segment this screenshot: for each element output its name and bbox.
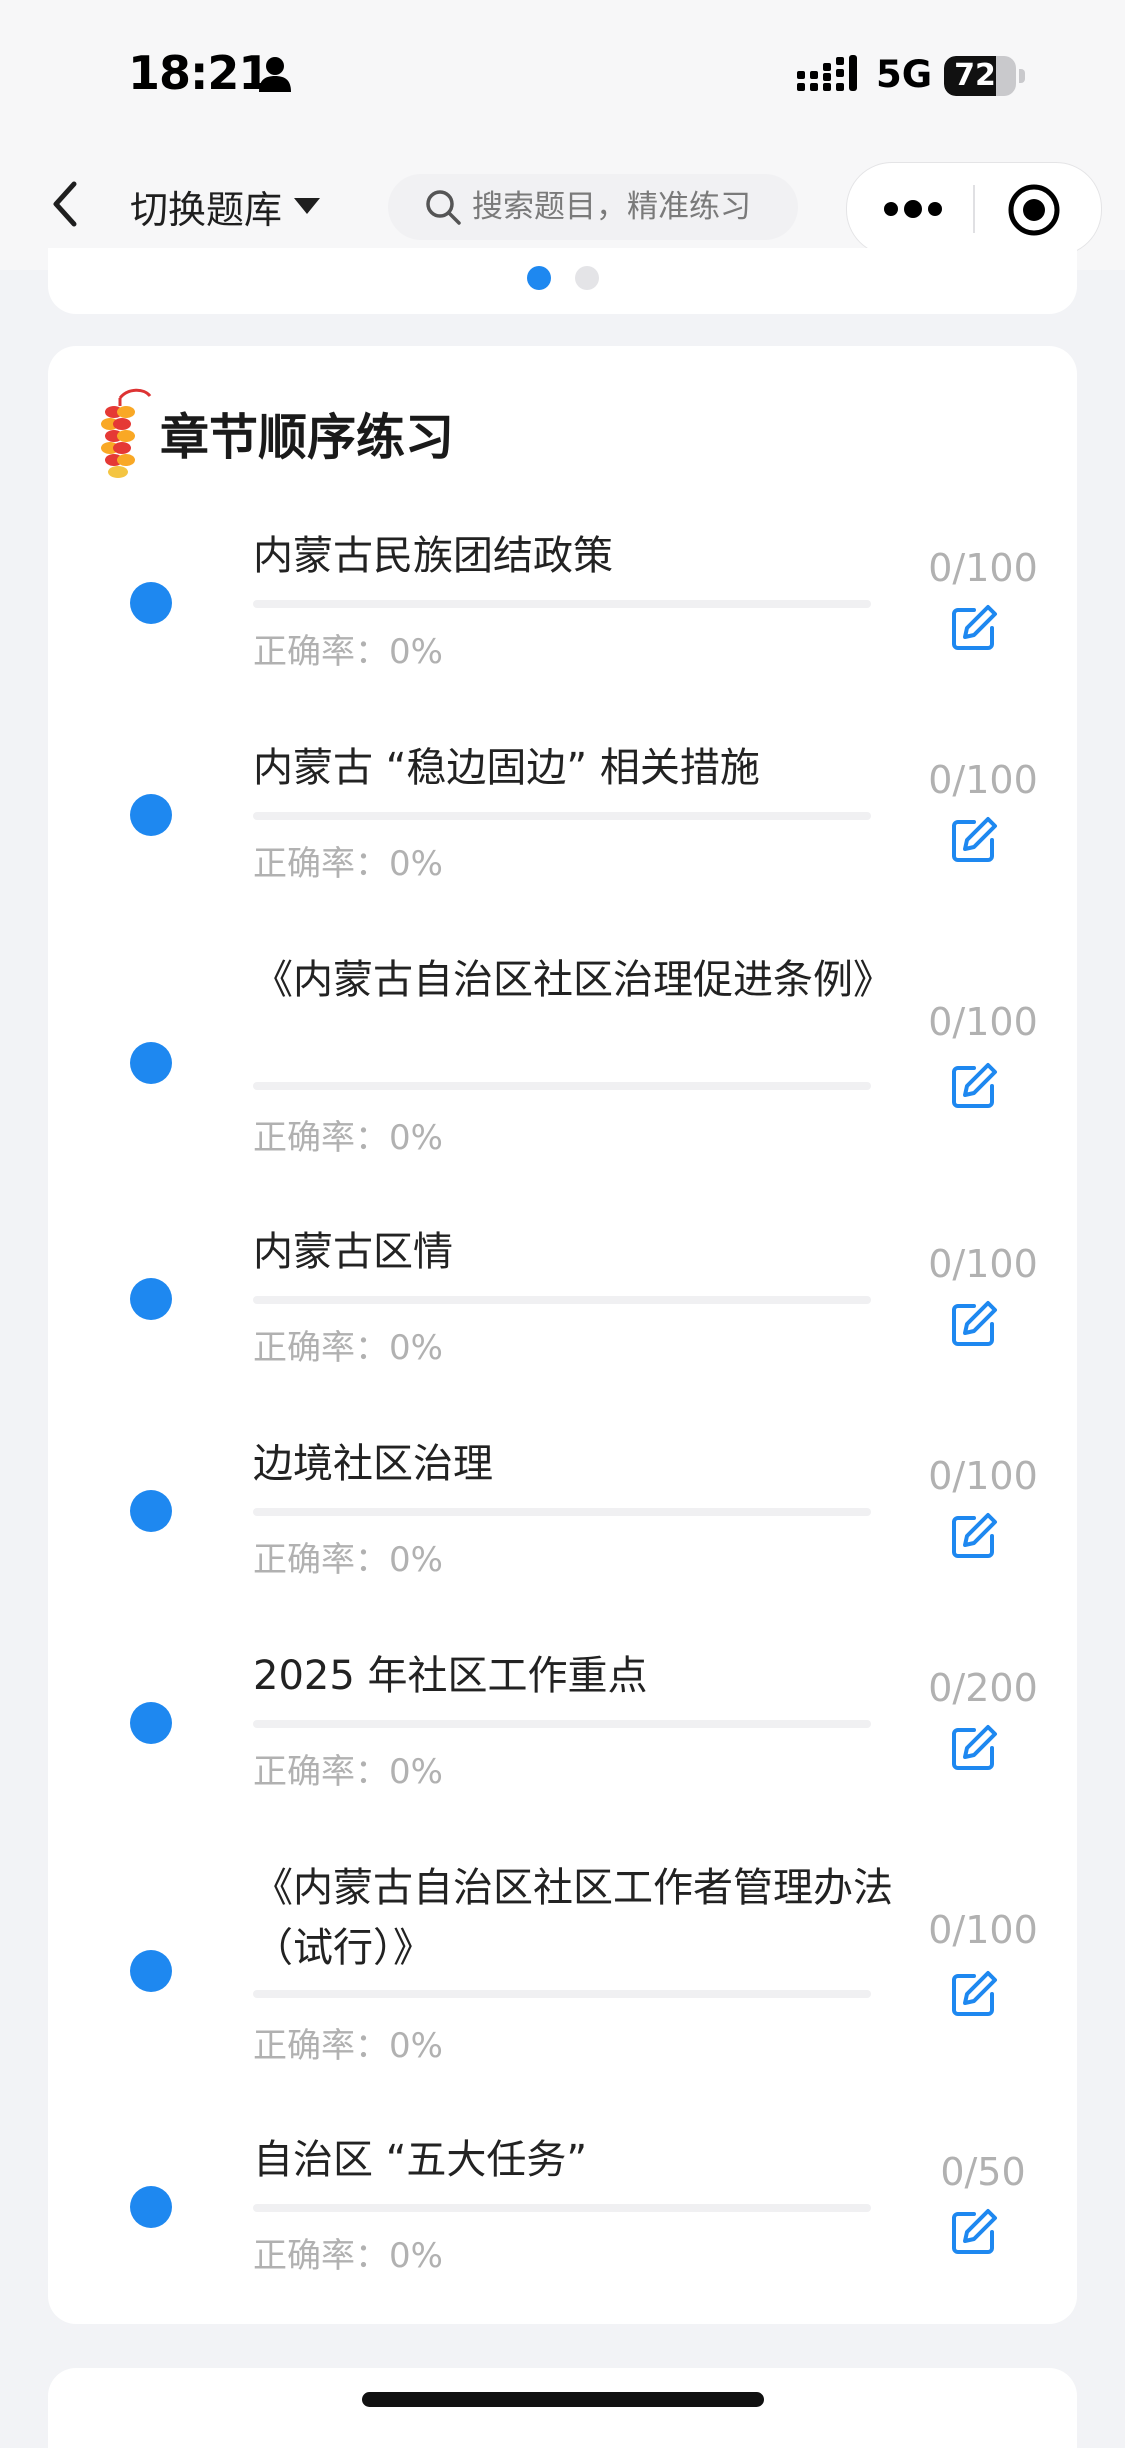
status-time: 18:21 <box>128 46 270 100</box>
firecracker-icon <box>101 388 152 478</box>
network-type: 5G <box>876 53 933 96</box>
edit-practice-icon[interactable] <box>948 602 1000 654</box>
chapter-status-dot <box>130 582 172 624</box>
chapter-item[interactable]: 《内蒙古自治区社区工作者管理办法（试行）》 正确率：0% 0/100 <box>48 1858 1077 2118</box>
chapter-status-dot <box>130 1042 172 1084</box>
chapter-question-count: 0/100 <box>928 758 1038 802</box>
chapter-question-count: 0/100 <box>928 546 1038 590</box>
chapter-accuracy: 正确率：0% <box>253 2026 443 2066</box>
chapter-progress-bar <box>253 1082 871 1090</box>
pagination-dot-active[interactable] <box>526 266 551 290</box>
battery-icon: 72 <box>944 56 1026 96</box>
chapter-status-dot <box>130 1950 172 1992</box>
chapter-title: 章节顺序练习 <box>160 408 455 466</box>
edit-practice-icon[interactable] <box>948 1060 1000 1112</box>
chapter-status-dot <box>130 1278 172 1320</box>
chapter-item-title: 《内蒙古自治区社区工作者管理办法（试行）》 <box>253 1865 893 1971</box>
chapter-progress-bar <box>253 812 871 820</box>
edit-practice-icon[interactable] <box>948 1298 1000 1350</box>
chapter-progress-bar <box>253 2204 871 2212</box>
edit-practice-icon[interactable] <box>948 814 1000 866</box>
more-icon[interactable] <box>881 187 945 231</box>
next-card <box>48 2368 1077 2448</box>
chapter-item-title: 2025 年社区工作重点 <box>253 1653 648 1699</box>
chapter-question-count: 0/100 <box>928 1908 1038 1952</box>
chapter-status-dot <box>130 1490 172 1532</box>
switch-question-bank-label: 切换题库 <box>130 187 283 232</box>
search-input[interactable] <box>470 188 794 226</box>
chapter-accuracy: 正确率：0% <box>253 1752 443 1792</box>
chapter-item[interactable]: 内蒙古区情 正确率：0% 0/100 <box>48 1222 1077 1422</box>
chapter-item-title: 自治区 “五大任务” <box>253 2137 588 2183</box>
chapter-progress-bar <box>253 1990 871 1998</box>
banner-card <box>48 248 1077 314</box>
chapter-practice-card: 章节顺序练习 内蒙古民族团结政策 正确率：0% 0/100 内蒙古 “稳边固边”… <box>48 346 1077 2324</box>
pagination-dot[interactable] <box>574 266 599 290</box>
battery-level: 72 <box>954 58 996 93</box>
caret-down-icon <box>294 198 321 214</box>
chapter-item-title: 内蒙古 “稳边固边” 相关措施 <box>253 745 760 791</box>
chapter-header: 章节顺序练习 <box>92 386 454 480</box>
edit-practice-icon[interactable] <box>948 1722 1000 1774</box>
chapter-accuracy: 正确率：0% <box>253 1328 443 1368</box>
chapter-question-count: 0/50 <box>940 2150 1026 2194</box>
chapter-item[interactable]: 自治区 “五大任务” 正确率：0% 0/50 <box>48 2130 1077 2330</box>
back-icon[interactable] <box>44 176 88 232</box>
chapter-item[interactable]: 边境社区治理 正确率：0% 0/100 <box>48 1434 1077 1634</box>
chapter-progress-bar <box>253 1296 871 1304</box>
chapter-item[interactable]: 2025 年社区工作重点 正确率：0% 0/200 <box>48 1646 1077 1846</box>
chapter-progress-bar <box>253 1720 871 1728</box>
chapter-item-title: 内蒙古民族团结政策 <box>253 533 613 579</box>
chapter-item-title: 边境社区治理 <box>253 1441 493 1487</box>
status-bar: 18:21 5G 72 <box>0 0 1125 150</box>
switch-question-bank-button[interactable]: 切换题库 <box>130 178 322 234</box>
edit-practice-icon[interactable] <box>948 1968 1000 2020</box>
close-target-icon[interactable] <box>1007 183 1061 237</box>
home-indicator[interactable] <box>362 2392 764 2407</box>
chapter-status-dot <box>130 2186 172 2228</box>
search-icon <box>426 190 461 225</box>
chapter-question-count: 0/100 <box>928 1454 1038 1498</box>
chapter-status-dot <box>130 794 172 836</box>
search-box[interactable] <box>388 174 798 240</box>
chapter-progress-bar <box>253 1508 871 1516</box>
chapter-accuracy: 正确率：0% <box>253 1540 443 1580</box>
chapter-item[interactable]: 内蒙古民族团结政策 正确率：0% 0/100 <box>48 526 1077 726</box>
signal-icon <box>797 55 857 91</box>
edit-practice-icon[interactable] <box>948 2206 1000 2258</box>
pagination-dots <box>48 266 1077 290</box>
chapter-question-count: 0/100 <box>928 1000 1038 1044</box>
chapter-item[interactable]: 内蒙古 “稳边固边” 相关措施 正确率：0% 0/100 <box>48 738 1077 938</box>
chapter-accuracy: 正确率：0% <box>253 844 443 884</box>
chapter-progress-bar <box>253 600 871 608</box>
chapter-item-title: 《内蒙古自治区社区治理促进条例》 <box>253 957 893 1003</box>
chapter-question-count: 0/200 <box>928 1666 1038 1710</box>
mini-program-capsule <box>846 162 1102 256</box>
chapter-item-title: 内蒙古区情 <box>253 1229 453 1275</box>
chapter-item[interactable]: 《内蒙古自治区社区治理促进条例》 正确率：0% 0/100 <box>48 950 1077 1210</box>
person-icon <box>259 57 291 92</box>
chapter-question-count: 0/100 <box>928 1242 1038 1286</box>
chapter-status-dot <box>130 1702 172 1744</box>
edit-practice-icon[interactable] <box>948 1510 1000 1562</box>
chapter-accuracy: 正确率：0% <box>253 1118 443 1158</box>
chapter-accuracy: 正确率：0% <box>253 2236 443 2276</box>
capsule-divider <box>973 185 975 233</box>
chapter-accuracy: 正确率：0% <box>253 632 443 672</box>
